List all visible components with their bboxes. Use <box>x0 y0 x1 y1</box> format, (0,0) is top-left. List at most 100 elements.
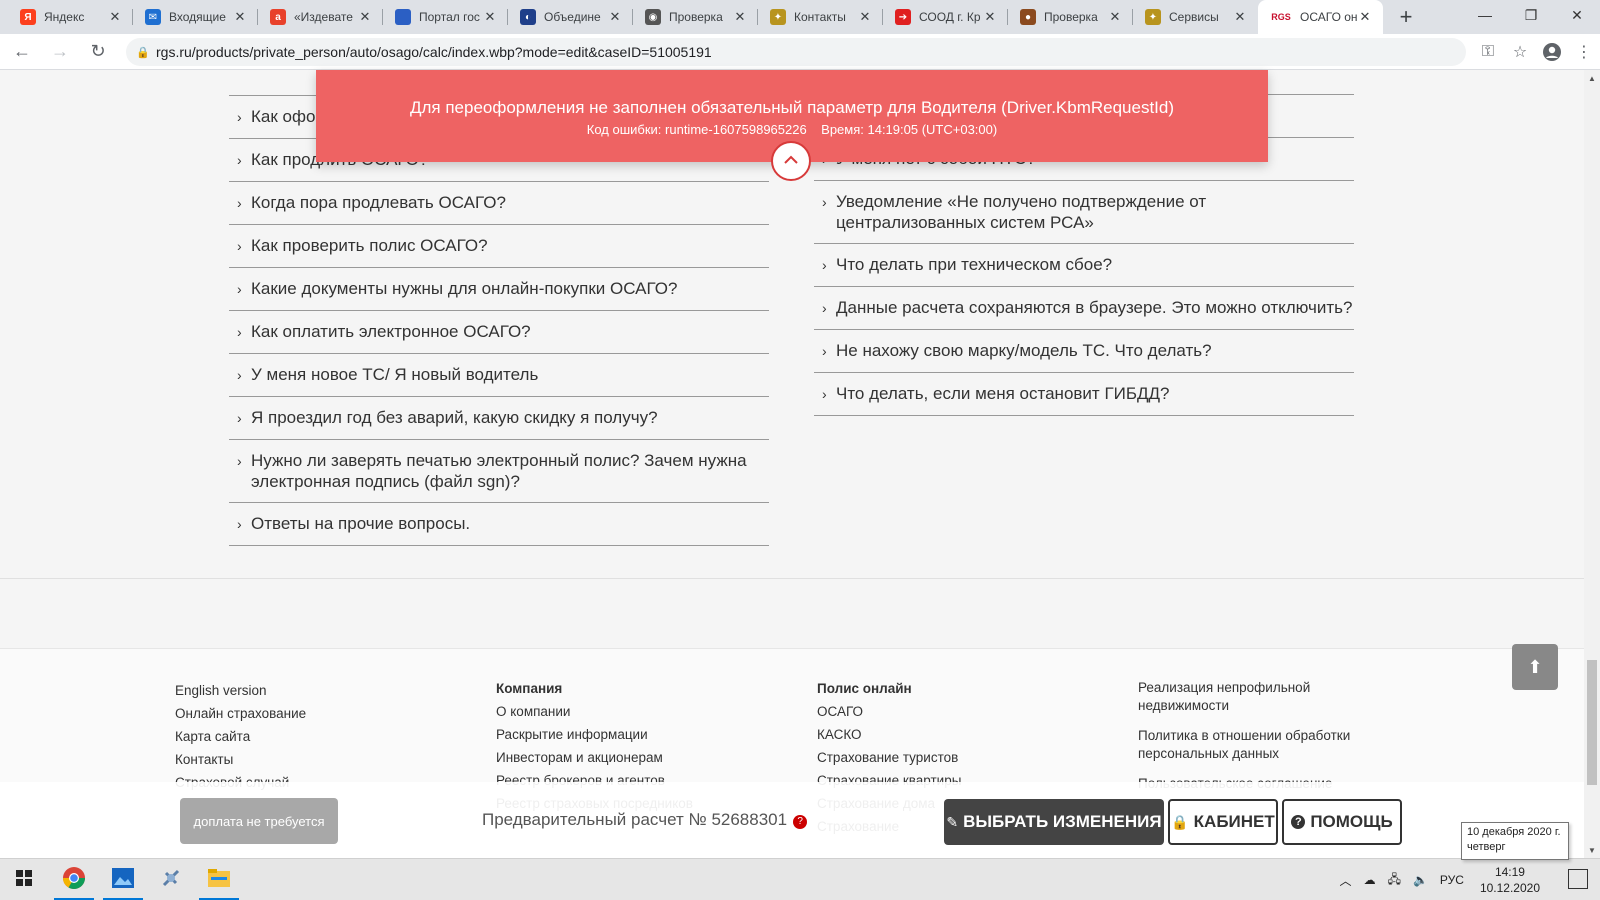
browser-tab[interactable]: a «Издевате ✕ <box>258 0 383 34</box>
tab-close-icon[interactable]: ✕ <box>1357 9 1373 25</box>
footer-link[interactable]: Реализация непрофильной недвижимости <box>1138 679 1398 715</box>
scrollbar-thumb[interactable] <box>1587 660 1597 785</box>
footer-link[interactable]: Раскрытие информации <box>496 723 796 746</box>
tab-close-icon[interactable]: ✕ <box>607 9 623 25</box>
browser-toolbar: ← → ↻ 🔒 rgs.ru/products/private_person/a… <box>0 34 1600 70</box>
scroll-up-arrow[interactable]: ▲ <box>1584 70 1600 86</box>
browser-tab[interactable]: ◉ Проверка ✕ <box>633 0 758 34</box>
scroll-to-top-button[interactable]: ⬆ <box>1512 644 1558 690</box>
choose-changes-button[interactable]: ✎ ВЫБРАТЬ ИЗМЕНЕНИЯ <box>944 799 1164 845</box>
sticky-bottom-bar: доплата не требуется Предварительный рас… <box>0 782 1584 858</box>
footer-link[interactable]: Карта сайта <box>175 725 475 748</box>
chevron-right-icon: › <box>237 410 242 426</box>
browser-tab[interactable]: ✦ Контакты ✕ <box>758 0 883 34</box>
section-divider <box>0 578 1584 579</box>
faq-item[interactable]: › Что делать при техническом сбое? <box>814 244 1354 287</box>
footer-link[interactable]: КАСКО <box>817 723 1117 746</box>
taskbar-chrome[interactable] <box>50 859 98 900</box>
tab-close-icon[interactable]: ✕ <box>732 9 748 25</box>
address-bar[interactable]: 🔒 rgs.ru/products/private_person/auto/os… <box>126 37 1466 66</box>
browser-tab[interactable]: ➔ СООД г. Кр ✕ <box>883 0 1008 34</box>
faq-item[interactable]: › Как проверить полис ОСАГО? <box>229 225 769 268</box>
chevron-right-icon: › <box>237 453 242 469</box>
browser-tab[interactable]: Портал гос ✕ <box>383 0 508 34</box>
faq-item[interactable]: › У меня новое ТС/ Я новый водитель <box>229 354 769 397</box>
footer-link[interactable]: ОСАГО <box>817 700 1117 723</box>
arrow-up-icon: ⬆ <box>1527 656 1543 677</box>
faq-item[interactable]: › Данные расчета сохраняются в браузере. … <box>814 287 1354 330</box>
tab-favicon-icon: Я <box>20 9 36 25</box>
faq-item[interactable]: › Уведомление «Не получено подтверждение … <box>814 181 1354 244</box>
chevron-right-icon: › <box>822 343 827 359</box>
footer-link[interactable]: О компании <box>496 700 796 723</box>
footer-link[interactable]: Политика в отношении обработки персональ… <box>1138 727 1398 763</box>
footer-link[interactable]: Контакты <box>175 748 475 771</box>
browser-tab[interactable]: ● Проверка ✕ <box>1008 0 1133 34</box>
notifications-icon[interactable] <box>1568 869 1588 889</box>
taskbar-photos[interactable] <box>99 859 147 900</box>
footer-link[interactable]: Инвесторам и акционерам <box>496 746 796 769</box>
browser-tab[interactable]: ✦ Сервисы ✕ <box>1133 0 1258 34</box>
start-button[interactable] <box>0 859 48 900</box>
chevron-right-icon: › <box>822 300 827 316</box>
window-controls: — ❐ ✕ <box>1462 0 1600 30</box>
help-button[interactable]: ? ПОМОЩЬ <box>1282 799 1402 845</box>
taskbar-clock[interactable]: 14:19 10.12.2020 <box>1480 864 1540 896</box>
tab-close-icon[interactable]: ✕ <box>982 9 998 25</box>
pencil-icon: ✎ <box>946 813 959 830</box>
key-icon[interactable]: ⚿ <box>1472 43 1504 61</box>
tab-close-icon[interactable]: ✕ <box>857 9 873 25</box>
faq-item[interactable]: › Что делать, если меня остановит ГИБДД? <box>814 373 1354 416</box>
language-indicator[interactable]: РУС <box>1440 873 1464 887</box>
chevron-right-icon: › <box>237 152 242 168</box>
network-icon[interactable]: 🖧 <box>1388 870 1401 891</box>
browser-tab[interactable]: ◐ Объедине ✕ <box>508 0 633 34</box>
footer-link[interactable]: Онлайн страхование <box>175 702 475 725</box>
close-window-icon[interactable]: ✕ <box>1554 0 1600 30</box>
tab-close-icon[interactable]: ✕ <box>357 9 373 25</box>
tab-close-icon[interactable]: ✕ <box>482 9 498 25</box>
cloud-icon[interactable]: ☁ <box>1364 873 1376 887</box>
tab-close-icon[interactable]: ✕ <box>1232 9 1248 25</box>
taskbar-app[interactable] <box>147 859 195 900</box>
taskbar-explorer[interactable] <box>195 859 243 900</box>
no-payment-button[interactable]: доплата не требуется <box>180 798 338 844</box>
browser-tab[interactable]: Я Яндекс ✕ <box>8 0 133 34</box>
reload-icon[interactable]: ↻ <box>82 36 114 68</box>
footer-link[interactable]: Страхование туристов <box>817 746 1117 769</box>
new-tab-button[interactable]: + <box>1389 0 1423 34</box>
scroll-down-arrow[interactable]: ▼ <box>1584 842 1600 858</box>
minimize-icon[interactable]: — <box>1462 0 1508 30</box>
faq-column-left: ›Как оформить ОСАГО?›Как продлить ОСАГО?… <box>229 95 769 546</box>
volume-icon[interactable]: 🔈 <box>1413 873 1428 887</box>
tab-close-icon[interactable]: ✕ <box>1107 9 1123 25</box>
back-icon[interactable]: ← <box>6 36 38 68</box>
faq-item[interactable]: › Не нахожу свою марку/модель ТС. Что дел… <box>814 330 1354 373</box>
cabinet-button[interactable]: 🔒 КАБИНЕТ <box>1168 799 1278 845</box>
lock-icon: 🔒 <box>1171 813 1189 830</box>
footer-link[interactable]: English version <box>175 679 475 702</box>
star-icon[interactable]: ☆ <box>1504 42 1536 62</box>
page-scrollbar[interactable]: ▲ ▼ <box>1584 70 1600 858</box>
question-icon[interactable]: ? <box>793 815 808 829</box>
tray-expand-icon[interactable]: ︿ <box>1340 872 1352 889</box>
tab-close-icon[interactable]: ✕ <box>232 9 248 25</box>
browser-tab[interactable]: ✉ Входящие ✕ <box>133 0 258 34</box>
collapse-error-button[interactable] <box>771 141 811 181</box>
menu-dots-icon[interactable]: ⋮ <box>1568 42 1600 62</box>
faq-item[interactable]: › Как оплатить электронное ОСАГО? <box>229 311 769 354</box>
browser-tab[interactable]: RGS ОСАГО он ✕ <box>1258 0 1383 34</box>
faq-item[interactable]: › Нужно ли заверять печатью электронный п… <box>229 440 769 503</box>
faq-item[interactable]: › Какие документы нужны для онлайн-покупк… <box>229 268 769 311</box>
faq-item[interactable]: › Когда пора продлевать ОСАГО? <box>229 182 769 225</box>
profile-icon[interactable] <box>1536 42 1568 62</box>
faq-question: Ответы на прочие вопросы. <box>251 514 471 533</box>
faq-item[interactable]: › Я проездил год без аварий, какую скидку… <box>229 397 769 440</box>
photos-icon <box>112 867 134 893</box>
tab-close-icon[interactable]: ✕ <box>107 9 123 25</box>
faq-question: Данные расчета сохраняются в браузере. Э… <box>836 298 1353 317</box>
tab-favicon-icon: ➔ <box>895 9 911 25</box>
forward-icon[interactable]: → <box>44 36 76 68</box>
faq-item[interactable]: › Ответы на прочие вопросы. <box>229 503 769 546</box>
maximize-icon[interactable]: ❐ <box>1508 0 1554 30</box>
